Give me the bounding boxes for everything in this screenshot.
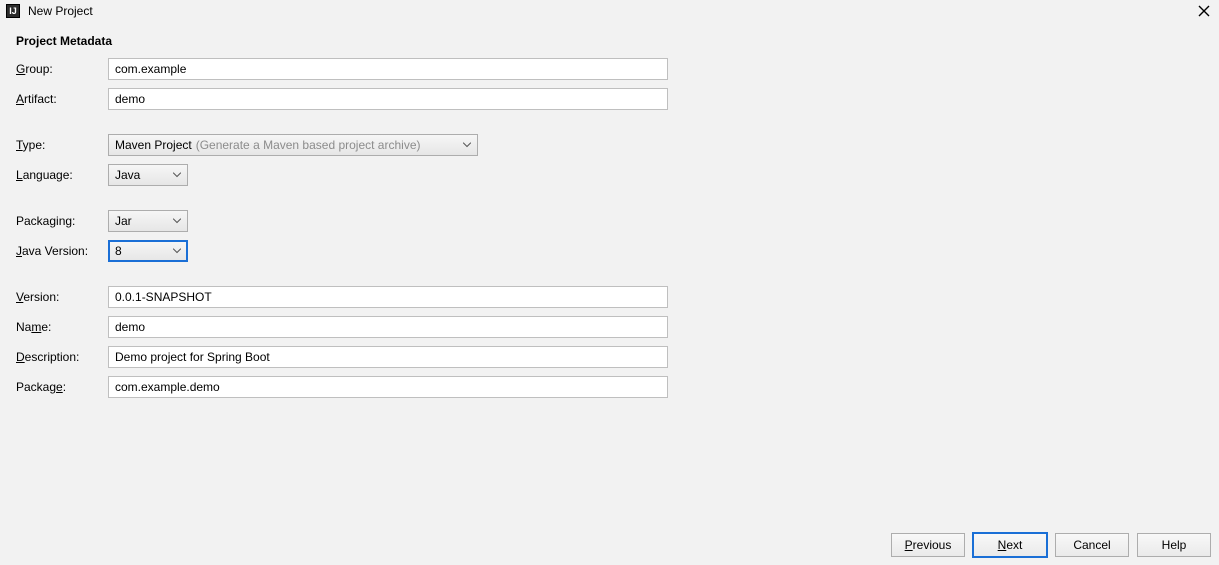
chevron-down-icon: [463, 143, 471, 148]
help-button[interactable]: Help: [1137, 533, 1211, 557]
artifact-label: Artifact:: [16, 92, 102, 106]
packaging-select[interactable]: Jar: [108, 210, 188, 232]
java-version-select-value: 8: [115, 244, 122, 258]
language-select-value: Java: [115, 168, 140, 182]
metadata-form: Group: Artifact: Type: Maven Project (Ge…: [16, 58, 1203, 398]
type-label: Type:: [16, 138, 102, 152]
group-input[interactable]: [108, 58, 668, 80]
language-label: Language:: [16, 168, 102, 182]
chevron-down-icon: [173, 219, 181, 224]
next-button[interactable]: Next: [973, 533, 1047, 557]
description-label: Description:: [16, 350, 102, 364]
package-label: Package:: [16, 380, 102, 394]
titlebar: IJ New Project: [0, 0, 1219, 22]
dialog-content: Project Metadata Group: Artifact: Type: …: [0, 22, 1219, 410]
version-input[interactable]: [108, 286, 668, 308]
type-select[interactable]: Maven Project (Generate a Maven based pr…: [108, 134, 478, 156]
language-select[interactable]: Java: [108, 164, 188, 186]
previous-button[interactable]: Previous: [891, 533, 965, 557]
section-title: Project Metadata: [16, 34, 1203, 48]
packaging-select-value: Jar: [115, 214, 132, 228]
description-input[interactable]: [108, 346, 668, 368]
package-input[interactable]: [108, 376, 668, 398]
java-version-label: Java Version:: [16, 244, 102, 258]
window-title: New Project: [28, 4, 93, 18]
type-select-value: Maven Project: [115, 138, 192, 152]
button-bar: Previous Next Cancel Help: [891, 533, 1211, 557]
chevron-down-icon: [173, 173, 181, 178]
group-label: Group:: [16, 62, 102, 76]
artifact-input[interactable]: [108, 88, 668, 110]
type-select-hint: (Generate a Maven based project archive): [196, 138, 421, 152]
version-label: Version:: [16, 290, 102, 304]
app-icon: IJ: [6, 4, 20, 18]
chevron-down-icon: [173, 249, 181, 254]
packaging-label: Packaging:: [16, 214, 102, 228]
name-label: Name:: [16, 320, 102, 334]
java-version-select[interactable]: 8: [108, 240, 188, 262]
cancel-button[interactable]: Cancel: [1055, 533, 1129, 557]
close-icon[interactable]: [1195, 2, 1213, 20]
name-input[interactable]: [108, 316, 668, 338]
